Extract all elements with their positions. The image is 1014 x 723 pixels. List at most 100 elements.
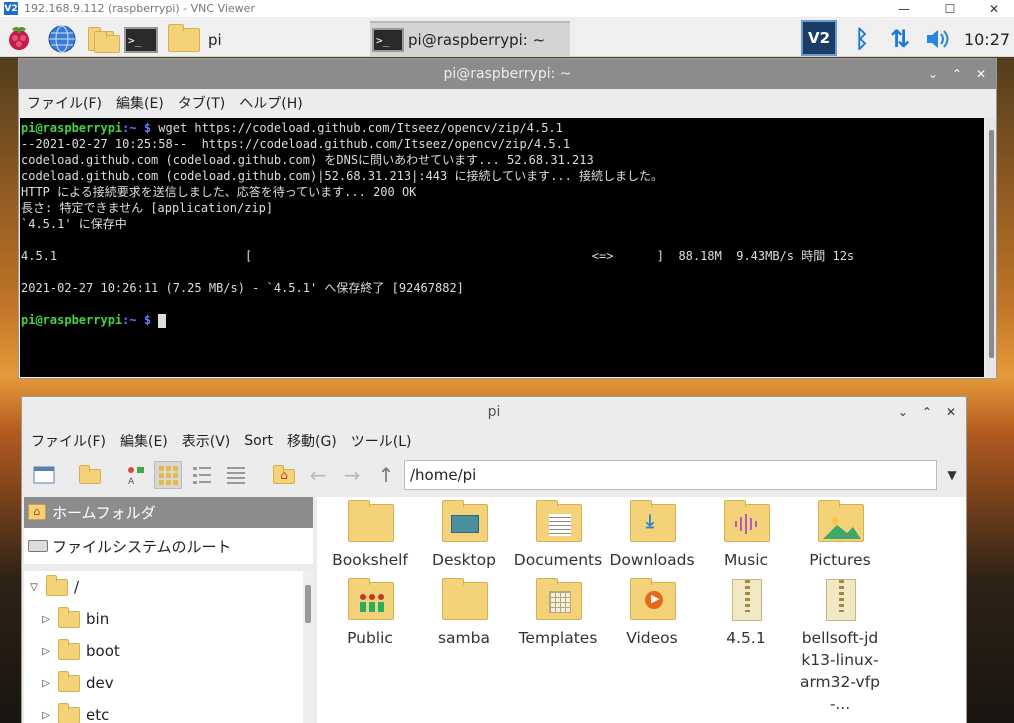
- drive-icon: [28, 540, 48, 552]
- terminal-minimize-button[interactable]: ⌄: [928, 67, 938, 81]
- home-icon[interactable]: ⌂: [270, 461, 298, 489]
- prompt-path: :~ $: [122, 121, 152, 135]
- expand-arrow-icon[interactable]: ▷: [38, 646, 54, 657]
- folder-icon: [58, 606, 80, 628]
- new-window-icon[interactable]: [30, 461, 58, 489]
- tree-label: dev: [86, 674, 114, 692]
- menu-help[interactable]: ヘルプ(H): [239, 93, 302, 113]
- expand-arrow-icon[interactable]: ▷: [38, 678, 54, 689]
- file-item-bookshelf[interactable]: Bookshelf: [323, 497, 417, 579]
- file-grid: Bookshelf Desktop Documents ⤓ Downloads …: [317, 497, 966, 723]
- terminal-scroll-thumb[interactable]: [989, 130, 994, 358]
- volume-icon[interactable]: [922, 23, 954, 55]
- terminal-launcher-icon[interactable]: >_: [124, 27, 158, 53]
- file-item-videos[interactable]: ▶ Videos: [605, 575, 699, 657]
- vnc-icon[interactable]: V2: [801, 20, 837, 56]
- tree-label: bin: [86, 610, 110, 628]
- terminal-prompt-line: pi@raspberrypi:~ $: [21, 312, 984, 328]
- tree-label: boot: [86, 642, 120, 660]
- file-item-bellsoft-jdk[interactable]: bellsoft-jdk13-linux-arm32-vfp-...: [793, 575, 887, 715]
- fm-menu-go[interactable]: 移動(G): [287, 431, 337, 451]
- forward-arrow-icon[interactable]: →: [338, 461, 366, 489]
- folder-icon: [46, 574, 68, 596]
- web-browser-icon[interactable]: [46, 23, 78, 55]
- fm-maximize-button[interactable]: ⌃: [922, 405, 932, 419]
- terminal-titlebar[interactable]: pi@raspberrypi: ~ ⌄ ⌃ ✕: [19, 59, 996, 89]
- collapse-arrow-icon[interactable]: ▽: [26, 582, 42, 593]
- fm-menu-tools[interactable]: ツール(L): [351, 431, 412, 451]
- back-arrow-icon[interactable]: ←: [304, 461, 332, 489]
- tree-row-root[interactable]: ▽ /: [24, 571, 302, 603]
- places-home[interactable]: ⌂ ホームフォルダ: [24, 497, 313, 528]
- up-arrow-icon[interactable]: ↑: [372, 461, 400, 489]
- network-icon[interactable]: ⇅: [884, 23, 916, 55]
- taskbar-terminal-button[interactable]: >_ pi@raspberrypi: ~: [370, 21, 570, 57]
- icon-view-sort-icon[interactable]: A: [122, 461, 150, 489]
- bluetooth-icon[interactable]: ᛒ: [848, 23, 876, 55]
- file-item-downloads[interactable]: ⤓ Downloads: [605, 497, 699, 579]
- file-item-desktop[interactable]: Desktop: [417, 497, 511, 579]
- fm-menu-file[interactable]: ファイル(F): [31, 431, 106, 451]
- fm-menu-edit[interactable]: 編集(E): [120, 431, 168, 451]
- new-folder-icon[interactable]: [76, 461, 104, 489]
- vnc-minimize-button[interactable]: —: [884, 0, 924, 17]
- vnc-close-button[interactable]: ✕: [974, 0, 1014, 17]
- command-text: wget https://codeload.github.com/Itseez/…: [151, 121, 563, 135]
- places-home-label: ホームフォルダ: [52, 504, 156, 522]
- terminal-output[interactable]: pi@raspberrypi:~ $ wget https://codeload…: [20, 118, 984, 377]
- file-manager-icon-back: [94, 31, 120, 53]
- path-dropdown-icon[interactable]: ▼: [938, 461, 966, 489]
- fm-menu-sort[interactable]: Sort: [244, 433, 273, 449]
- menu-edit[interactable]: 編集(E): [116, 93, 164, 113]
- file-manager-window: pi ⌄ ⌃ ✕ ファイル(F) 編集(E) 表示(V) Sort 移動(G) …: [21, 396, 967, 723]
- file-label: Documents: [513, 551, 603, 569]
- file-item-public[interactable]: Public: [323, 575, 417, 657]
- pictures-folder-icon: [818, 500, 864, 542]
- file-item-music[interactable]: Music: [699, 497, 793, 579]
- menu-tabs[interactable]: タブ(T): [178, 93, 225, 113]
- tree-row-etc[interactable]: ▷ etc: [24, 699, 302, 723]
- expand-arrow-icon[interactable]: ▷: [38, 710, 54, 721]
- file-label: Bookshelf: [332, 551, 408, 569]
- expand-arrow-icon[interactable]: ▷: [38, 614, 54, 625]
- terminal-menubar: ファイル(F) 編集(E) タブ(T) ヘルプ(H): [19, 89, 996, 117]
- file-item-pictures[interactable]: Pictures: [793, 497, 887, 579]
- terminal-scrollbar[interactable]: [986, 118, 996, 377]
- places-root[interactable]: ファイルシステムのルート: [24, 528, 313, 564]
- file-label: Videos: [626, 629, 678, 647]
- taskbar-file-manager-button[interactable]: pi: [168, 23, 358, 56]
- list-view-button[interactable]: [222, 461, 250, 489]
- fm-titlebar[interactable]: pi ⌄ ⌃ ✕: [22, 397, 966, 427]
- fm-minimize-button[interactable]: ⌄: [898, 405, 908, 419]
- icon-view-button[interactable]: [154, 461, 182, 489]
- tree-label: etc: [86, 706, 110, 723]
- tree-row-boot[interactable]: ▷ boot: [24, 635, 302, 667]
- file-item-documents[interactable]: Documents: [511, 497, 605, 579]
- terminal-maximize-button[interactable]: ⌃: [952, 67, 962, 81]
- vnc-maximize-button[interactable]: ☐: [930, 0, 970, 17]
- prompt-user: pi@raspberrypi: [21, 313, 123, 327]
- tree-scroll-thumb[interactable]: [305, 585, 311, 623]
- compact-view-button[interactable]: [188, 461, 216, 489]
- path-field[interactable]: /home/pi: [404, 460, 937, 490]
- tree-row-dev[interactable]: ▷ dev: [24, 667, 302, 699]
- terminal-line: --2021-02-27 10:25:58-- https://codeload…: [21, 137, 571, 151]
- tree-scrollbar[interactable]: [303, 571, 313, 723]
- menu-file[interactable]: ファイル(F): [27, 93, 102, 113]
- file-label: Templates: [518, 629, 598, 647]
- public-folder-icon: [348, 578, 394, 620]
- tree-row-bin[interactable]: ▷ bin: [24, 603, 302, 635]
- file-item-templates[interactable]: Templates: [511, 575, 605, 657]
- file-label: Pictures: [809, 551, 871, 569]
- clock[interactable]: 10:27: [962, 23, 1012, 55]
- file-item-samba[interactable]: samba: [417, 575, 511, 657]
- terminal-close-button[interactable]: ✕: [976, 67, 986, 81]
- terminal-window: pi@raspberrypi: ~ ⌄ ⌃ ✕ ファイル(F) 編集(E) タブ…: [18, 58, 997, 379]
- fm-menu-view[interactable]: 表示(V): [182, 431, 231, 451]
- terminal-icon: >_: [372, 28, 404, 52]
- fm-close-button[interactable]: ✕: [946, 405, 956, 419]
- file-item-4-5-1[interactable]: 4.5.1: [699, 575, 793, 657]
- raspberry-menu-icon[interactable]: [4, 23, 34, 53]
